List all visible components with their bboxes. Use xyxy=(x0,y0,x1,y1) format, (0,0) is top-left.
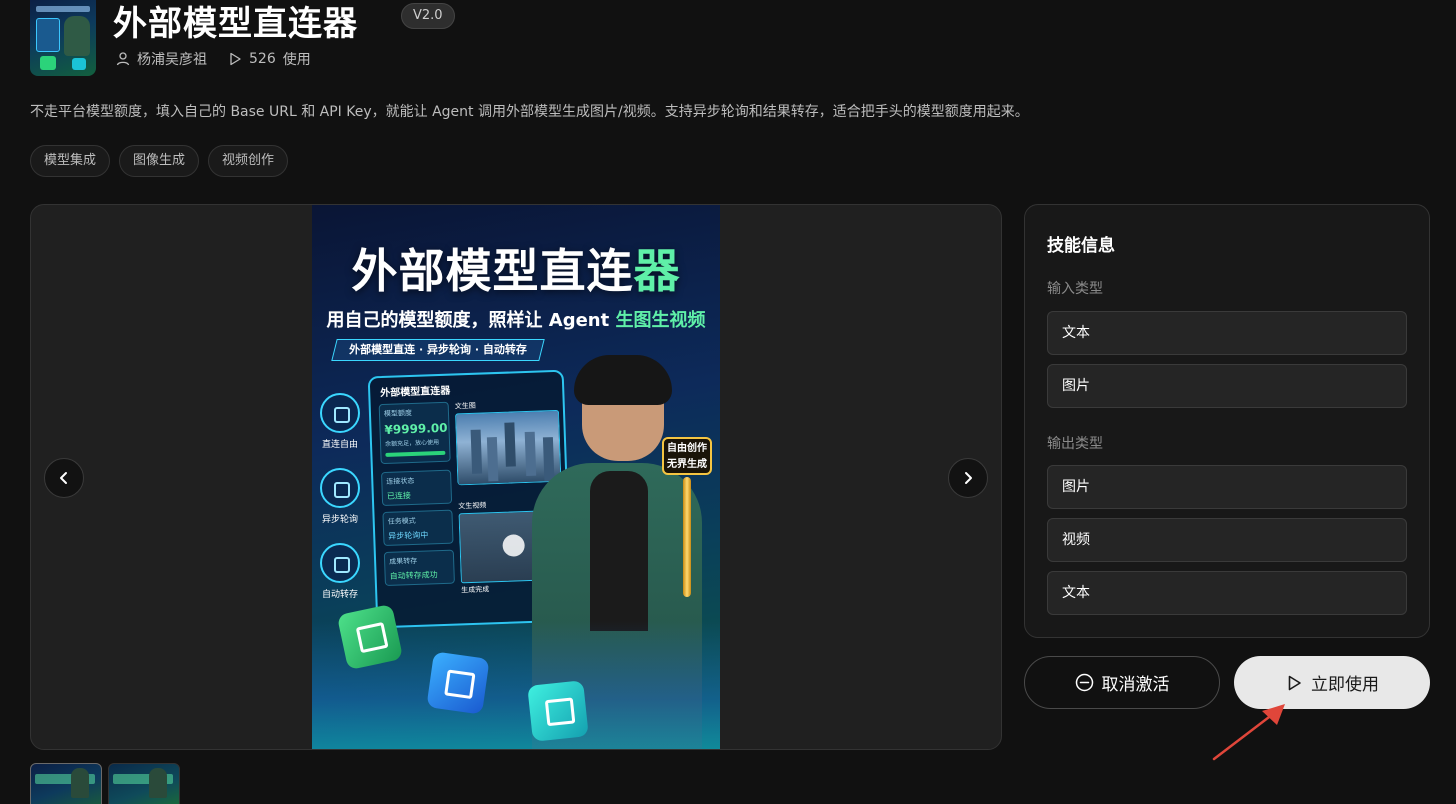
annotation-arrow-icon xyxy=(1212,704,1285,761)
gallery-thumbnail-2[interactable] xyxy=(108,763,180,804)
image-gallery: 外部模型直连器 用自己的模型额度，照样让 Agent 生图生视频 外部模型直连 … xyxy=(30,204,1002,750)
skill-thumbnail xyxy=(30,0,96,76)
poster-key-badge: 自由创作 无界生成 xyxy=(662,437,712,475)
gallery-prev-button[interactable] xyxy=(44,458,84,498)
output-type-item: 视频 xyxy=(1047,518,1407,562)
poster-title: 外部模型直连器 xyxy=(351,244,681,298)
skill-info-title: 技能信息 xyxy=(1047,236,1115,256)
skill-detail-page: 外部模型直连器 V2.0 杨浦吴彦祖 526 使用 不走平台模型额度，填入自己的… xyxy=(0,0,1456,804)
play-icon xyxy=(1288,675,1301,690)
output-type-label: 输出类型 xyxy=(1047,436,1103,452)
quota-card: 模型额度 ¥9999.00 余额充足，放心使用 xyxy=(378,401,451,465)
tag-list: 模型集成 图像生成 视频创作 xyxy=(30,145,289,177)
tag[interactable]: 视频创作 xyxy=(208,145,289,177)
chevron-left-icon xyxy=(60,472,67,484)
feature-label: 自动转存 xyxy=(321,590,358,600)
image-cube-icon xyxy=(336,603,404,671)
status-card: 连接状态 已连接 xyxy=(381,469,453,507)
gallery-next-button[interactable] xyxy=(948,458,988,498)
deactivate-button[interactable]: 取消激活 xyxy=(1024,656,1220,709)
minus-circle-icon xyxy=(1075,673,1093,692)
version-badge: V2.0 xyxy=(401,3,455,29)
chevron-right-icon xyxy=(965,472,972,484)
skill-meta: 杨浦吴彦祖 526 使用 xyxy=(115,49,311,69)
gallery-thumbnails xyxy=(30,763,180,804)
save-card: 成果转存 自动转存成功 xyxy=(383,549,455,587)
feature-label: 直连自由 xyxy=(321,440,358,450)
gallery-thumbnail-1[interactable] xyxy=(30,763,102,804)
plug-icon xyxy=(320,393,360,433)
usage-label: 使用 xyxy=(282,52,311,68)
panel-title: 外部模型直连器 xyxy=(380,385,451,400)
output-type-item: 文本 xyxy=(1047,571,1407,615)
mode-card: 任务模式 异步轮询中 xyxy=(382,509,454,547)
gallery-main-image: 外部模型直连器 用自己的模型额度，照样让 Agent 生图生视频 外部模型直连 … xyxy=(312,205,720,749)
tag[interactable]: 模型集成 xyxy=(30,145,111,177)
cloud-upload-icon xyxy=(320,543,360,583)
output-type-item: 图片 xyxy=(1047,465,1407,509)
input-type-label: 输入类型 xyxy=(1047,281,1103,297)
feature-label: 异步轮询 xyxy=(321,515,358,525)
author-name[interactable]: 杨浦吴彦祖 xyxy=(137,49,207,69)
skill-info-panel: 技能信息 输入类型 文本 图片 输出类型 图片 视频 文本 xyxy=(1024,204,1430,638)
poster-ribbon: 外部模型直连 · 异步轮询 · 自动转存 xyxy=(331,339,545,361)
usage-count: 526 xyxy=(249,51,276,67)
page-title: 外部模型直连器 xyxy=(113,4,358,44)
user-icon xyxy=(116,52,130,66)
video-cube-icon xyxy=(426,651,490,715)
folder-cube-icon xyxy=(527,680,589,742)
input-type-item: 文本 xyxy=(1047,311,1407,355)
poster-feature-icons: 直连自由 异步轮询 自动转存 xyxy=(320,393,360,618)
skill-description: 不走平台模型额度，填入自己的 Base URL 和 API Key，就能让 Ag… xyxy=(30,104,1029,120)
deactivate-label: 取消激活 xyxy=(1101,675,1170,695)
input-type-item: 图片 xyxy=(1047,364,1407,408)
key-icon xyxy=(683,477,691,597)
play-icon xyxy=(230,52,241,66)
tag[interactable]: 图像生成 xyxy=(119,145,200,177)
poster-subtitle: 用自己的模型额度，照样让 Agent 生图生视频 xyxy=(326,310,706,331)
refresh-icon xyxy=(320,468,360,508)
use-now-label: 立即使用 xyxy=(1311,675,1379,695)
